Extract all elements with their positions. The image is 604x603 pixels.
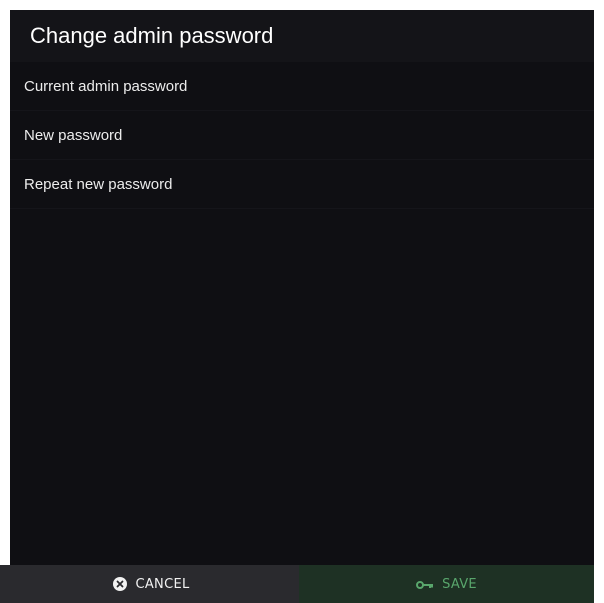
save-button[interactable]: SAVE [299,565,594,603]
key-icon [416,579,434,589]
dialog-header: Change admin password [10,10,594,62]
current-password-label: Current admin password [24,77,188,95]
repeat-password-label: Repeat new password [24,175,173,193]
cancel-label: CANCEL [135,576,190,592]
save-label: SAVE [442,576,477,592]
password-field-list: Current admin password New password Repe… [10,62,594,565]
cancel-button[interactable]: CANCEL [0,565,299,603]
new-password-label: New password [24,126,123,144]
circle-x-icon [113,577,128,591]
current-password-field[interactable]: Current admin password [10,62,594,111]
new-password-field[interactable]: New password [10,111,594,160]
change-password-dialog: Change admin password Current admin pass… [0,10,594,603]
dialog-title: Change admin password [30,23,274,48]
repeat-password-field[interactable]: Repeat new password [10,160,594,209]
dialog-footer: CANCEL SAVE [0,565,594,603]
